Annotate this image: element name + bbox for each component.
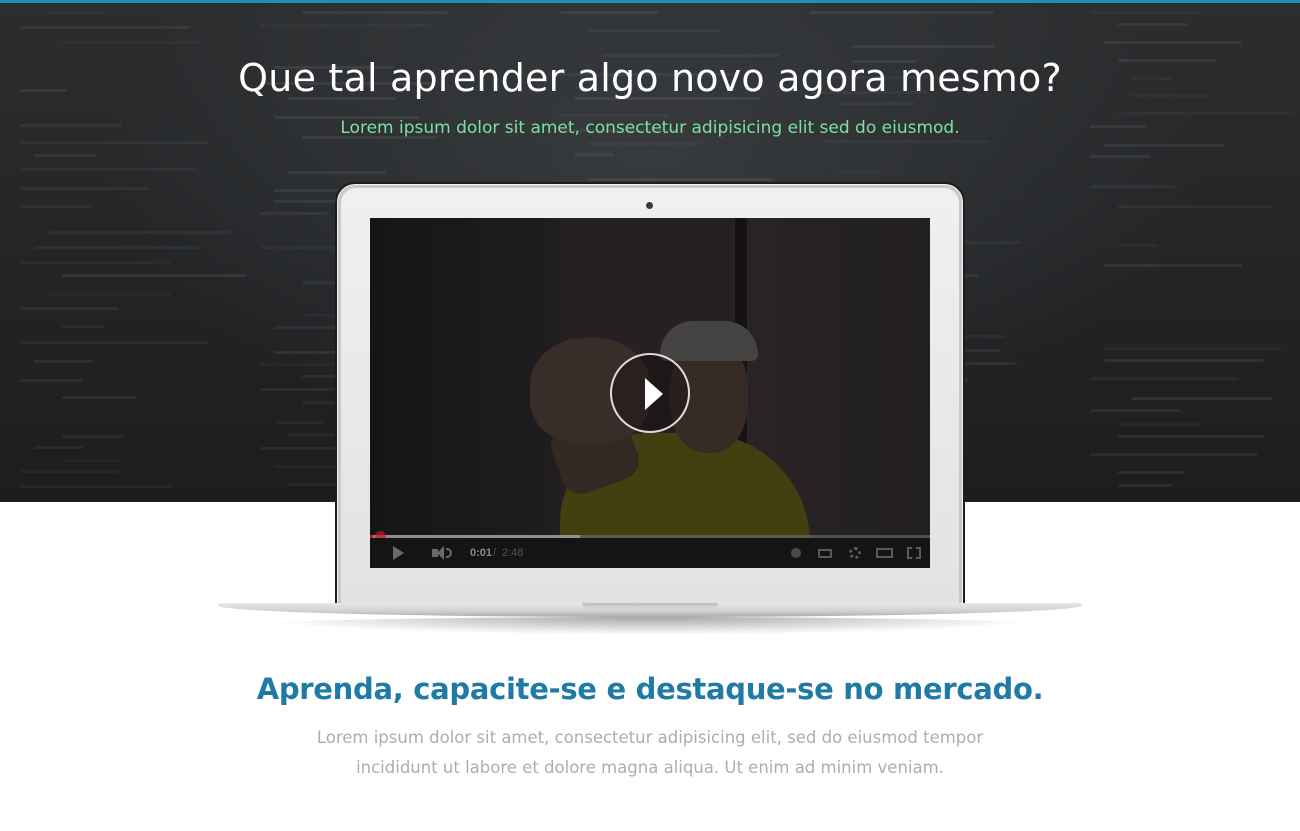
video-controls: 0:01 / 2:48	[370, 538, 930, 568]
code-line	[62, 435, 123, 438]
code-line	[1104, 359, 1264, 362]
section-text: Lorem ipsum dolor sit amet, consectetur …	[316, 728, 984, 777]
code-line	[48, 231, 231, 234]
play-icon	[392, 546, 404, 560]
code-line	[560, 114, 669, 117]
code-line	[62, 459, 122, 462]
code-line	[838, 170, 879, 173]
code-line	[20, 141, 207, 144]
play-icon	[645, 378, 663, 410]
code-line	[1118, 435, 1264, 438]
section-title: Aprenda, capacite-se e destaque-se no me…	[256, 672, 1044, 706]
code-line	[274, 421, 326, 424]
code-line	[62, 396, 136, 399]
code-line	[1104, 41, 1242, 44]
code-line	[20, 307, 119, 310]
code-line	[588, 142, 701, 145]
code-line	[588, 29, 719, 32]
code-line	[20, 341, 208, 344]
time-current: 0:01	[470, 547, 493, 559]
code-line	[1090, 453, 1258, 456]
settings-button[interactable]	[845, 538, 865, 568]
code-line	[1104, 144, 1224, 147]
code-line	[260, 24, 432, 27]
code-line	[574, 153, 614, 156]
code-line	[62, 41, 200, 44]
theater-mode-button[interactable]	[873, 538, 895, 568]
code-line	[1090, 155, 1150, 158]
code-line	[1104, 264, 1242, 267]
code-line	[1118, 244, 1158, 247]
play-button[interactable]	[610, 353, 690, 433]
code-line	[1118, 471, 1185, 474]
code-line	[20, 379, 83, 382]
time-duration: 2:48	[502, 547, 524, 559]
code-line	[1118, 23, 1187, 26]
volume-button[interactable]	[430, 538, 454, 568]
code-line	[852, 45, 995, 48]
captions-button[interactable]	[816, 538, 834, 568]
code-line	[288, 171, 386, 174]
fullscreen-icon	[907, 547, 921, 559]
annotations-button[interactable]	[787, 538, 805, 568]
fullscreen-button[interactable]	[903, 538, 925, 568]
code-line	[62, 325, 103, 328]
code-line	[48, 11, 105, 14]
hero-subtitle: Lorem ipsum dolor sit amet, consectetur …	[340, 118, 960, 138]
code-line	[34, 246, 199, 249]
code-line	[824, 140, 990, 143]
settings-icon	[849, 547, 861, 559]
code-line	[1090, 409, 1181, 412]
code-line	[20, 26, 191, 29]
control-play-button[interactable]	[388, 538, 408, 568]
code-line	[1090, 185, 1176, 188]
code-line	[1118, 423, 1201, 426]
hero-title: Que tal aprender algo novo agora mesmo?	[238, 56, 1062, 100]
annotations-icon	[791, 548, 801, 558]
time-separator: /	[493, 547, 497, 559]
code-line	[1118, 112, 1295, 115]
code-line	[34, 446, 83, 449]
code-line	[20, 205, 93, 208]
code-line	[1090, 377, 1239, 380]
code-line	[1104, 347, 1282, 350]
code-line	[810, 11, 994, 14]
code-line	[302, 11, 449, 14]
code-line	[1118, 205, 1272, 208]
camera-dot	[646, 202, 653, 209]
code-line	[62, 274, 247, 277]
code-line	[838, 102, 915, 105]
code-line	[260, 212, 330, 215]
code-line	[588, 178, 772, 181]
laptop-shadow	[240, 617, 1060, 635]
code-line	[20, 485, 173, 488]
laptop-notch	[582, 603, 718, 609]
code-line	[34, 154, 97, 157]
code-line	[1118, 484, 1172, 487]
code-line	[20, 261, 171, 264]
code-line	[20, 470, 120, 473]
theater-icon	[875, 548, 893, 558]
code-line	[20, 187, 150, 190]
code-line	[48, 293, 171, 296]
code-line	[34, 360, 92, 363]
code-line	[1090, 11, 1202, 14]
captions-icon	[818, 548, 832, 558]
code-line	[1132, 397, 1273, 400]
video-player[interactable]: 0:01 / 2:48	[370, 218, 930, 568]
code-line	[560, 11, 658, 14]
code-line	[20, 168, 198, 171]
